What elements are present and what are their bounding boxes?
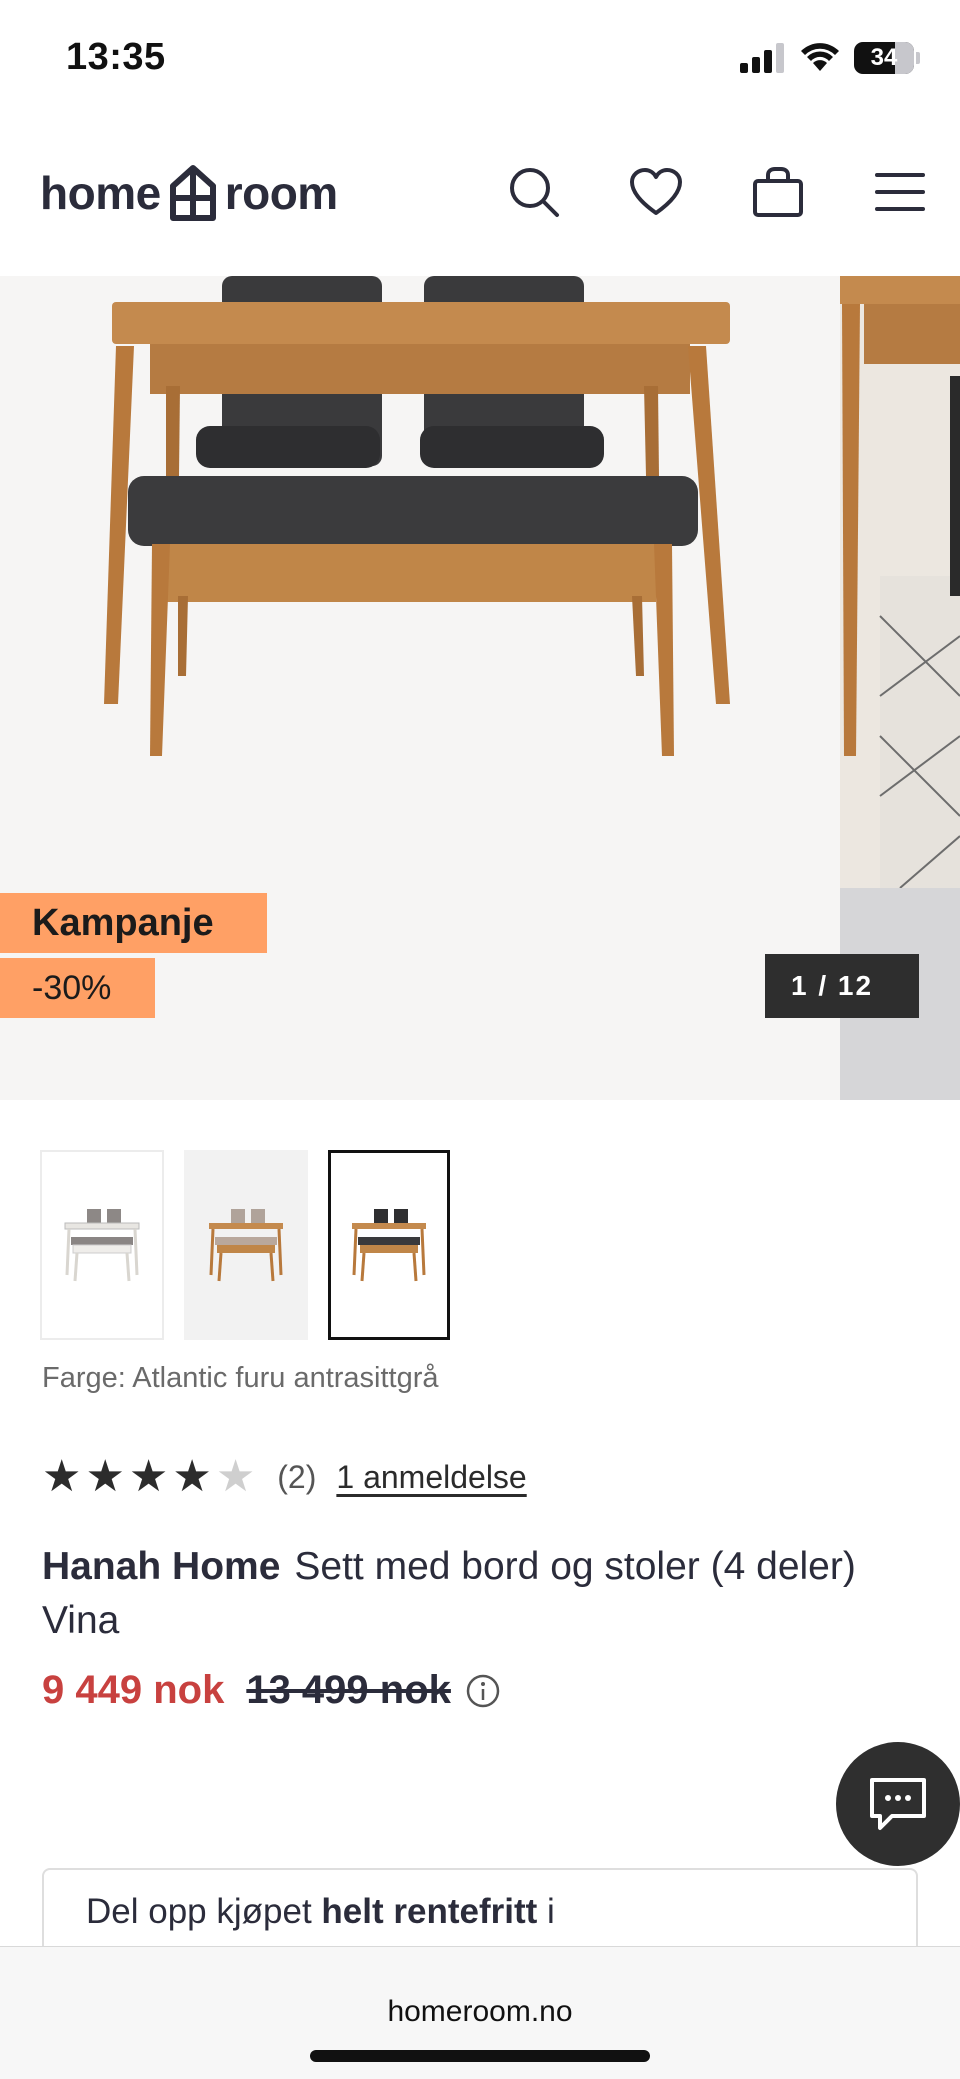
variant-thumbnails: [40, 1150, 450, 1340]
room-scene-image: [840, 276, 960, 889]
battery-level: 34: [870, 44, 898, 71]
campaign-badge: Kampanje: [0, 893, 267, 953]
reviews-link[interactable]: 1 anmeldelse: [336, 1459, 526, 1496]
chat-button[interactable]: [836, 1742, 960, 1866]
signal-icon: [740, 43, 784, 73]
financing-text-prefix: Del opp kjøpet: [86, 1892, 322, 1931]
info-icon[interactable]: [465, 1673, 501, 1709]
price-row: 9 449 nok 13 499 nok: [42, 1668, 501, 1713]
rating-count: (2): [277, 1458, 317, 1495]
cart-button[interactable]: [748, 162, 808, 222]
thumbnail-image: [352, 1209, 426, 1282]
homeroom-logo[interactable]: home room: [40, 164, 338, 222]
image-counter: 1 / 12: [765, 954, 919, 1018]
home-indicator: [310, 2050, 650, 2062]
product-brand[interactable]: Hanah Home: [42, 1545, 280, 1588]
logo-text-left: home: [40, 167, 161, 219]
search-icon: [510, 168, 559, 217]
discount-badge: -30%: [0, 958, 155, 1018]
star-icon: ★: [128, 1452, 169, 1501]
battery-icon: 34: [854, 42, 914, 74]
thumbnail-antrasitt[interactable]: [328, 1150, 450, 1340]
thumbnail-white[interactable]: [40, 1150, 164, 1340]
wishlist-button[interactable]: [626, 162, 686, 222]
menu-button[interactable]: [870, 162, 930, 222]
heart-icon: [630, 168, 682, 215]
original-price: 13 499 nok: [246, 1668, 451, 1712]
color-label: Farge: Atlantic furu antrasittgrå: [42, 1362, 439, 1394]
thumbnail-image: [209, 1209, 283, 1282]
star-icon: ★: [85, 1452, 125, 1501]
logo-text-right: room: [224, 167, 339, 219]
star-rating: ★ ★ ★ ★ ★: [42, 1455, 255, 1499]
financing-text-bold: helt rentefritt: [321, 1892, 538, 1931]
browser-address-bar[interactable]: homeroom.no: [0, 1946, 960, 2079]
house-logo-icon: [169, 165, 216, 221]
wifi-icon: [801, 43, 839, 71]
star-icon: ★: [42, 1452, 82, 1501]
rating-row: ★ ★ ★ ★ ★ (2) 1 anmeldelse: [42, 1455, 527, 1499]
chat-icon: [870, 1778, 926, 1830]
financing-text-suffix: i: [537, 1892, 555, 1931]
star-icon: ★: [172, 1452, 212, 1501]
site-header: home room: [0, 120, 960, 276]
header-actions: [504, 162, 930, 222]
status-bar: 13:35 34: [0, 0, 960, 120]
shopping-bag-icon: [753, 167, 803, 217]
thumbnail-beige[interactable]: [184, 1150, 308, 1340]
search-button[interactable]: [504, 162, 564, 222]
sale-price: 9 449 nok: [42, 1668, 225, 1712]
product-gallery[interactable]: Kampanje -30% 1 / 12: [0, 276, 960, 1100]
url-text[interactable]: homeroom.no: [0, 1995, 960, 2029]
star-empty-icon: ★: [215, 1452, 256, 1501]
thumbnail-image: [64, 1209, 140, 1282]
menu-icon: [875, 173, 925, 211]
status-time: 13:35: [66, 36, 166, 78]
financing-text: Del opp kjøpet helt rentefritt i: [86, 1892, 555, 1932]
product-title: Hanah Home Sett med bord og stoler (4 del…: [42, 1540, 862, 1648]
status-icons: 34: [740, 40, 920, 76]
